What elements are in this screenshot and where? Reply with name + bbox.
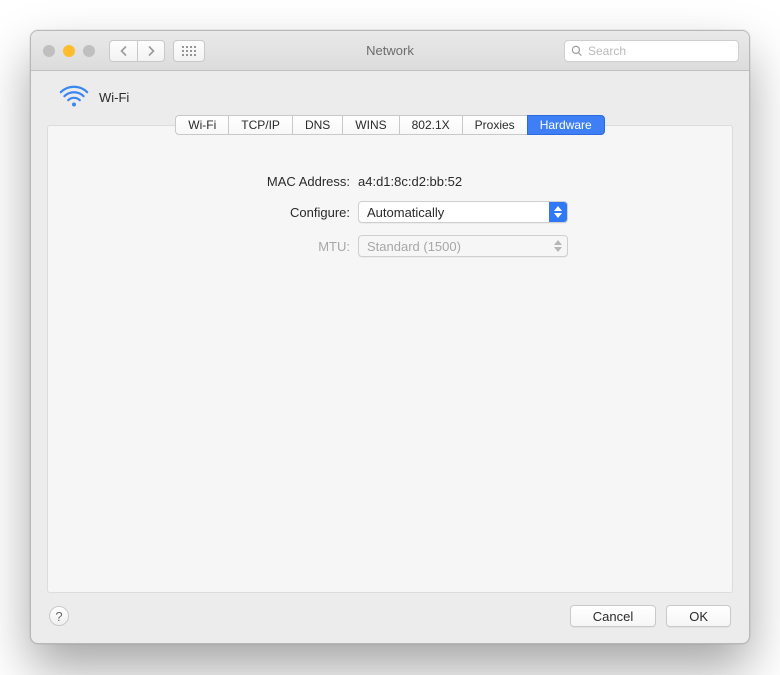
configure-label: Configure:: [48, 205, 350, 220]
form-area: MAC Address: a4:d1:8c:d2:bb:52 Configure…: [48, 174, 732, 257]
configure-select[interactable]: Automatically: [358, 201, 568, 223]
network-preferences-window: Network Wi-Fi Wi-Fi TCP/IP DNS WINS 802.…: [30, 30, 750, 644]
mac-address-value: a4:d1:8c:d2:bb:52: [358, 174, 588, 189]
tab-wins[interactable]: WINS: [342, 115, 398, 135]
tab-tcpip[interactable]: TCP/IP: [228, 115, 292, 135]
minimize-window-button[interactable]: [63, 45, 75, 57]
forward-button[interactable]: [137, 40, 165, 62]
search-field[interactable]: [564, 40, 739, 62]
tab-wifi[interactable]: Wi-Fi: [175, 115, 228, 135]
nav-buttons: [109, 40, 165, 62]
mtu-select-value: Standard (1500): [359, 239, 549, 254]
tab-proxies[interactable]: Proxies: [462, 115, 527, 135]
footer: ? Cancel OK: [31, 605, 749, 643]
mac-address-row: MAC Address: a4:d1:8c:d2:bb:52: [48, 174, 732, 189]
close-window-button[interactable]: [43, 45, 55, 57]
configure-select-value: Automatically: [359, 205, 549, 220]
search-icon: [571, 45, 583, 57]
chevron-left-icon: [119, 46, 128, 56]
titlebar: Network: [31, 31, 749, 71]
updown-arrows-icon: [549, 202, 567, 222]
cancel-button[interactable]: Cancel: [570, 605, 656, 627]
mtu-row: MTU: Standard (1500): [48, 235, 732, 257]
help-button[interactable]: ?: [49, 606, 69, 626]
tab-dns[interactable]: DNS: [292, 115, 342, 135]
updown-arrows-icon: [549, 236, 567, 256]
tab-hardware[interactable]: Hardware: [527, 115, 605, 135]
connection-name: Wi-Fi: [99, 90, 129, 105]
zoom-window-button[interactable]: [83, 45, 95, 57]
mtu-select: Standard (1500): [358, 235, 568, 257]
configure-row: Configure: Automatically: [48, 201, 732, 223]
mac-address-label: MAC Address:: [48, 174, 350, 189]
tab-8021x[interactable]: 802.1X: [399, 115, 462, 135]
ok-button[interactable]: OK: [666, 605, 731, 627]
tab-bar: Wi-Fi TCP/IP DNS WINS 802.1X Proxies Har…: [31, 115, 749, 135]
back-button[interactable]: [109, 40, 137, 62]
chevron-right-icon: [147, 46, 156, 56]
traffic-lights: [41, 45, 95, 57]
grid-icon: [182, 46, 196, 56]
show-all-button[interactable]: [173, 40, 205, 62]
connection-header: Wi-Fi: [31, 71, 749, 113]
wifi-icon: [59, 85, 89, 109]
mtu-label: MTU:: [48, 239, 350, 254]
search-input[interactable]: [588, 44, 732, 58]
hardware-panel: MAC Address: a4:d1:8c:d2:bb:52 Configure…: [47, 125, 733, 593]
content-area: Wi-Fi Wi-Fi TCP/IP DNS WINS 802.1X Proxi…: [31, 71, 749, 643]
